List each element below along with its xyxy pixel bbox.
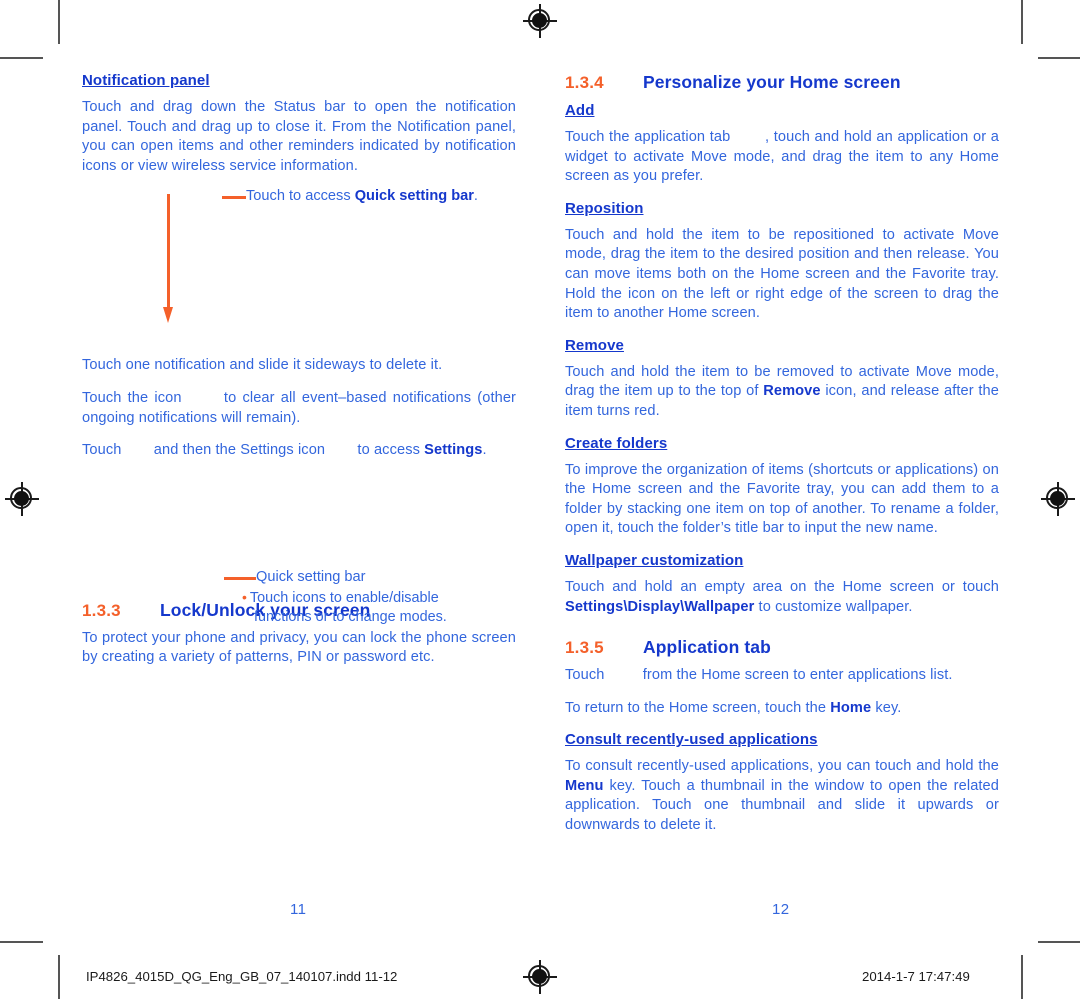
paragraph-enter-app-list: Touch from the Home screen to enter appl… (565, 666, 999, 686)
settings-text-before: Touch (82, 442, 126, 459)
paragraph-reposition: Touch and hold the item to be reposition… (565, 226, 999, 322)
paragraph-lock-unlock: To protect your phone and privacy, you c… (82, 629, 516, 666)
add-text-before: Touch the application tab (565, 129, 735, 145)
heading-remove: Remove (565, 336, 624, 354)
page-content: Notification panel Touch and drag down t… (0, 0, 1080, 999)
home-text-before: To return to the Home screen, touch the (565, 699, 831, 716)
paragraph-add: Touch the application tab , touch and ho… (565, 128, 999, 187)
page-number-right: 12 (772, 901, 790, 918)
heading-wallpaper-customization: Wallpaper customization (565, 551, 744, 569)
heading-add: Add (565, 102, 595, 119)
home-key-label: Home (830, 699, 872, 716)
section-number-135: 1.3.5 (565, 638, 604, 658)
callout-bullet-text-1: Touch icons to enable/disable (249, 589, 439, 606)
heading-create-folders: Create folders (565, 434, 668, 452)
callout-quick-setting-bar-title-row: Quick setting bar (224, 568, 447, 588)
callout-text-bold: Quick setting bar (354, 188, 474, 204)
settings-text-after: to access (353, 442, 425, 459)
paragraph-return-home: To return to the Home screen, touch the … (565, 699, 999, 719)
settings-text-middle: and then the Settings icon (149, 442, 330, 459)
illustration-placeholder-notification (82, 189, 516, 356)
paragraph-wallpaper: Touch and hold an empty area on the Home… (565, 578, 999, 617)
settings-bold-label: Settings (424, 442, 483, 459)
app-tab-text-before: Touch (565, 667, 609, 684)
footer-timestamp: 2014-1-7 17:47:49 (862, 969, 970, 984)
callout-leader-line (222, 196, 246, 199)
printed-page-spread: Notification panel Touch and drag down t… (0, 0, 1080, 999)
section-heading-personalize: 1.3.4 Personalize your Home screen (565, 72, 999, 93)
paragraph-create-folders: To improve the organization of items (sh… (565, 461, 999, 537)
paragraph-recent-applications: To consult recently-used applications, y… (565, 757, 999, 835)
callout-quick-setting-bar: Quick setting bar • Touch icons to enable… (224, 568, 447, 627)
bullet-point-icon: • (242, 588, 247, 605)
paragraph-access-settings: Touch and then the Settings icon to acce… (82, 441, 516, 461)
callout-leader-line-2 (224, 577, 256, 580)
arrow-head (163, 307, 173, 323)
callout-bullet-line-1: • Touch icons to enable/disable (224, 588, 447, 608)
menu-key-label: Menu (565, 777, 604, 794)
heading-recent-applications: Consult recently-used applications (565, 731, 818, 749)
home-text-after: key. (871, 699, 902, 716)
recent-text-before: To consult recently-used applications, y… (565, 758, 999, 775)
paragraph-remove: Touch and hold the item to be removed to… (565, 363, 999, 422)
heading-notification-panel: Notification panel (82, 72, 210, 89)
paragraph-delete-notification: Touch one notification and slide it side… (82, 357, 443, 374)
section-heading-application-tab: 1.3.5 Application tab (565, 637, 999, 658)
clear-events-text-before: Touch the icon (82, 389, 188, 406)
arrow-shaft (167, 194, 170, 308)
page-number-left: 11 (290, 901, 307, 918)
callout-quick-setting-text: Touch to access Quick setting bar. (246, 187, 478, 207)
wallpaper-text-after: to customize wallpaper. (754, 598, 913, 615)
heading-reposition: Reposition (565, 199, 644, 217)
remove-bold-label: Remove (763, 383, 821, 400)
settings-text-end: . (482, 442, 487, 459)
app-tab-text-after: from the Home screen to enter applicatio… (638, 667, 953, 684)
callout-text-before: Touch to access (246, 188, 355, 204)
right-page-column: 1.3.4 Personalize your Home screen Add T… (565, 72, 999, 836)
callout-bullet-line-2: functions or to change modes. (254, 608, 447, 625)
paragraph-clear-events: Touch the icon to clear all event–based … (82, 389, 516, 428)
section-number-134: 1.3.4 (565, 73, 604, 92)
recent-text-after: key. Touch a thumbnail in the window to … (565, 777, 999, 834)
section-number-133: 1.3.3 (82, 600, 121, 620)
wallpaper-text-before: Touch and hold an empty area on the Home… (565, 578, 999, 595)
paragraph-notification-panel: Touch and drag down the Status bar to op… (82, 99, 516, 174)
callout-quick-setting-access: Touch to access Quick setting bar. (222, 187, 478, 207)
section-title-personalize: Personalize your Home screen (643, 72, 901, 92)
callout-quick-setting-bar-title: Quick setting bar (256, 569, 366, 585)
section-title-application-tab: Application tab (643, 637, 771, 658)
footer-file-name: IP4826_4015D_QG_Eng_GB_07_140107.indd 11… (86, 969, 398, 984)
drag-down-arrow (163, 194, 175, 324)
wallpaper-bold-path: Settings\Display\Wallpaper (565, 598, 755, 615)
callout-text-after: . (473, 188, 478, 204)
